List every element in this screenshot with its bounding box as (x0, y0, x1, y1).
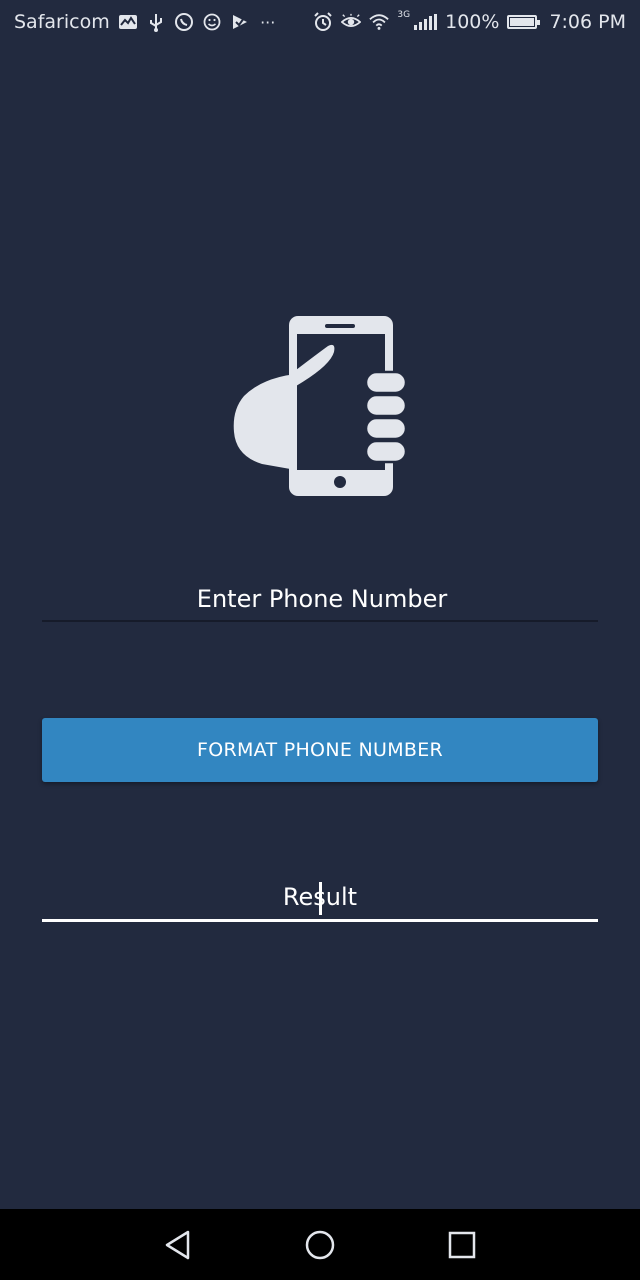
battery-icon (507, 15, 541, 29)
status-right: 3G 100% 7:06 PM (313, 10, 626, 33)
alarm-icon (313, 12, 333, 32)
whatsapp-icon (174, 12, 194, 32)
text-cursor (318, 882, 322, 915)
status-left: Safaricom ··· (14, 11, 278, 33)
eye-icon (341, 12, 362, 32)
home-icon[interactable] (304, 1229, 336, 1261)
status-bar: Safaricom ··· 3G 100% 7:06 PM (0, 0, 640, 44)
result-value: Result (283, 874, 357, 920)
activity-icon (118, 12, 138, 32)
check-flag-icon (230, 12, 250, 32)
phone-number-input[interactable] (42, 576, 602, 622)
smiley-icon (202, 12, 222, 32)
signal-icon (414, 14, 438, 30)
battery-percent: 100% (445, 11, 500, 33)
recents-icon[interactable] (446, 1229, 478, 1261)
navigation-bar (0, 1209, 640, 1280)
clock: 7:06 PM (549, 11, 626, 33)
more-icon: ··· (260, 12, 276, 32)
network-type: 3G (397, 10, 411, 20)
usb-icon (146, 12, 166, 32)
phone-number-field[interactable] (42, 576, 602, 622)
back-icon[interactable] (162, 1229, 194, 1261)
format-phone-number-button[interactable]: FORMAT PHONE NUMBER (42, 718, 598, 782)
hand-holding-phone-icon (232, 314, 410, 498)
wifi-icon (369, 12, 390, 32)
carrier-name: Safaricom (14, 11, 110, 33)
result-field[interactable]: Result (42, 874, 598, 922)
